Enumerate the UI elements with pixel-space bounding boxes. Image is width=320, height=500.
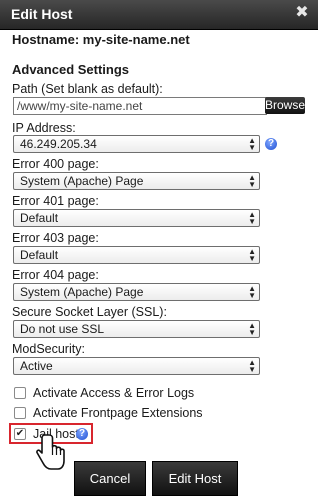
jail-help-icon[interactable]: ? (76, 428, 88, 440)
browse-button[interactable]: Browse (265, 97, 305, 114)
edit-host-button[interactable]: Edit Host (152, 461, 238, 496)
close-icon[interactable]: ✖ (294, 4, 310, 22)
error403-select[interactable]: Default ▲ ▼ (13, 246, 260, 264)
path-input[interactable]: /www/my-site-name.net (13, 97, 267, 115)
error400-select-value: System (Apache) Page (20, 174, 144, 188)
logs-checkbox[interactable] (14, 387, 26, 399)
ip-select[interactable]: 46.249.205.34 ▲ ▼ (13, 135, 260, 153)
error404-select-value: System (Apache) Page (20, 285, 144, 299)
ssl-select-value: Do not use SSL (20, 322, 105, 336)
error403-select-value: Default (20, 248, 59, 262)
error403-label: Error 403 page: (12, 231, 99, 245)
ssl-select[interactable]: Do not use SSL ▲ ▼ (13, 320, 260, 338)
select-arrows-icon: ▲ ▼ (248, 210, 256, 226)
select-arrows-icon: ▲ ▼ (248, 321, 256, 337)
jail-checkbox[interactable]: ✔ (14, 428, 26, 440)
error404-label: Error 404 page: (12, 268, 99, 282)
dialog-title: Edit Host (11, 6, 73, 22)
select-arrows-icon: ▲ ▼ (248, 136, 256, 152)
modsec-select[interactable]: Active ▲ ▼ (13, 357, 260, 375)
hand-cursor-icon (36, 434, 65, 470)
cancel-button[interactable]: Cancel (74, 461, 146, 496)
select-arrows-icon: ▲ ▼ (248, 284, 256, 300)
modsec-select-value: Active (20, 359, 53, 373)
logs-checkbox-label: Activate Access & Error Logs (33, 386, 195, 400)
frontpage-checkbox[interactable] (14, 407, 26, 419)
section-title: Advanced Settings (12, 62, 130, 77)
error400-select[interactable]: System (Apache) Page ▲ ▼ (13, 172, 260, 190)
error400-label: Error 400 page: (12, 157, 99, 171)
error401-select[interactable]: Default ▲ ▼ (13, 209, 260, 227)
frontpage-checkbox-label: Activate Frontpage Extensions (33, 406, 203, 420)
hostname-heading: Hostname: my-site-name.net (12, 32, 190, 47)
error404-select[interactable]: System (Apache) Page ▲ ▼ (13, 283, 260, 301)
error401-select-value: Default (20, 211, 59, 225)
ip-select-value: 46.249.205.34 (20, 137, 97, 151)
error401-label: Error 401 page: (12, 194, 99, 208)
select-arrows-icon: ▲ ▼ (248, 358, 256, 374)
dialog-titlebar: Edit Host ✖ (0, 0, 318, 30)
modsec-label: ModSecurity: (12, 342, 85, 356)
path-label: Path (Set blank as default): (12, 82, 163, 96)
select-arrows-icon: ▲ ▼ (248, 173, 256, 189)
select-arrows-icon: ▲ ▼ (248, 247, 256, 263)
ip-help-icon[interactable]: ? (265, 138, 277, 150)
ssl-label: Secure Socket Layer (SSL): (12, 305, 167, 319)
ip-label: IP Address: (12, 121, 76, 135)
